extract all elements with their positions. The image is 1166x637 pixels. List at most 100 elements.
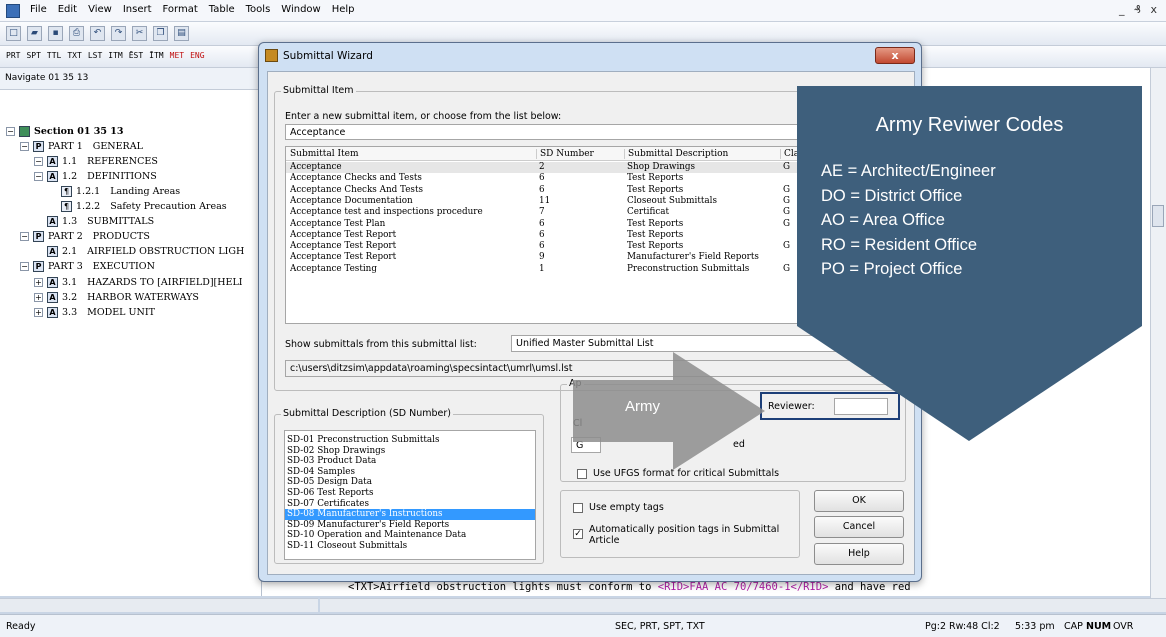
expand-toggle-icon[interactable]: − [34, 171, 43, 181]
tree-node[interactable]: − P PART 3 EXECUTION [20, 260, 155, 274]
tree-node[interactable]: − A 1.1 REFERENCES [34, 154, 158, 168]
code-text: <TXT>Airfield obstruction lights must co… [348, 581, 658, 593]
tree-node[interactable]: − A 1.2 DEFINITIONS [34, 169, 157, 183]
expand-toggle-icon[interactable]: − [6, 126, 15, 136]
cut-icon[interactable]: ✂ [132, 26, 147, 41]
status-position: Pg:2 Rw:48 Cl:2 [925, 621, 1000, 632]
empty-tags-checkbox[interactable] [573, 503, 583, 513]
description-item[interactable]: SD-07 Certificates [285, 499, 535, 510]
tree-horizontal-scrollbar[interactable] [0, 598, 318, 612]
expand-toggle-icon[interactable]: − [34, 156, 43, 166]
menu-table[interactable]: Table [209, 4, 235, 15]
table-cell: 6 [539, 241, 545, 252]
table-cell: 7 [539, 207, 545, 218]
ok-button[interactable]: OK [814, 490, 904, 512]
description-item[interactable]: SD-08 Manufacturer's Instructions [285, 509, 535, 520]
editor-code-line[interactable]: <TXT>Airfield obstruction lights must co… [348, 581, 911, 593]
tree-node[interactable]: − P PART 1 GENERAL [20, 139, 143, 153]
vertical-scroll-thumb[interactable] [1152, 205, 1164, 227]
expand-toggle-icon[interactable]: − [20, 232, 29, 242]
save-icon[interactable]: ▪ [48, 26, 63, 41]
menu-view[interactable]: View [88, 4, 112, 15]
tree-node[interactable]: − P PART 2 PRODUCTS [20, 230, 150, 244]
description-item[interactable]: SD-03 Product Data [285, 456, 535, 467]
column-header[interactable]: Submittal Description [624, 149, 778, 159]
description-list[interactable]: SD-01 Preconstruction Submittals SD-02 Sh… [284, 430, 536, 560]
outline-tree[interactable]: − Section 01 35 13− P PART 1 GENERAL − A 1.1 REF… [0, 118, 262, 596]
tree-node-number: 1.2.2 [76, 201, 101, 212]
paste-icon[interactable]: ▤ [174, 26, 189, 41]
table-cell: Acceptance Checks and Tests [290, 173, 422, 184]
open-folder-icon[interactable]: ▰ [27, 26, 42, 41]
tree-node-number: PART 2 [48, 231, 83, 243]
menu-insert[interactable]: Insert [123, 4, 152, 15]
tree-node[interactable]: ¶ 1.2.1 Landing Areas [48, 184, 180, 198]
column-header[interactable]: SD Number [536, 149, 622, 159]
tree-node-number: PART 3 [48, 261, 83, 273]
column-header[interactable]: Submittal Item [290, 149, 534, 159]
description-item[interactable]: SD-01 Preconstruction Submittals [285, 435, 535, 446]
menu-window[interactable]: Window [281, 4, 320, 15]
description-item[interactable]: SD-09 Manufacturer's Field Reports [285, 520, 535, 531]
tag-button-5[interactable]: ITM [108, 51, 122, 60]
editor-vertical-scrollbar[interactable] [1150, 68, 1166, 598]
tag-button-3[interactable]: TXT [67, 51, 81, 60]
tag-button-6[interactable]: ĒST [129, 51, 143, 60]
description-item[interactable]: SD-10 Operation and Maintenance Data [285, 530, 535, 541]
auto-position-checkbox[interactable]: ✓ [573, 529, 583, 539]
description-item[interactable]: SD-02 Shop Drawings [285, 446, 535, 457]
expand-toggle-icon[interactable]: + [34, 277, 43, 287]
editor-horizontal-scrollbar[interactable] [320, 598, 1166, 612]
tree-node-number: 3.1 [62, 276, 78, 288]
window-controls[interactable]: _ ₰ x [1119, 3, 1160, 16]
table-cell: 9 [539, 252, 545, 263]
tree-node-label: EXECUTION [92, 261, 155, 273]
menu-file[interactable]: File [30, 4, 47, 15]
cancel-button[interactable]: Cancel [814, 516, 904, 538]
expand-toggle-icon[interactable]: + [34, 307, 43, 317]
menu-tools[interactable]: Tools [246, 4, 271, 15]
menu-help[interactable]: Help [332, 4, 355, 15]
redo-icon[interactable]: ↷ [111, 26, 126, 41]
table-cell: Acceptance [290, 162, 342, 172]
tag-button-9[interactable]: ENG [190, 51, 204, 60]
tree-node[interactable]: + A 3.3 MODEL UNIT [34, 305, 155, 319]
table-cell: Test Reports [627, 229, 684, 240]
menu-edit[interactable]: Edit [58, 4, 77, 15]
expand-toggle-icon[interactable]: − [20, 262, 29, 272]
table-cell: Acceptance Test Report [290, 241, 397, 252]
tree-node-label: REFERENCES [87, 155, 158, 167]
description-group: Submittal Description (SD Number) SD-01 … [274, 408, 544, 564]
tag-button-8[interactable]: MET [170, 51, 184, 60]
tree-node-number: 1.3 [62, 216, 78, 228]
dialog-title: Submittal Wizard [283, 50, 373, 62]
description-item[interactable]: SD-04 Samples [285, 467, 535, 478]
description-item[interactable]: SD-05 Design Data [285, 477, 535, 488]
tag-icon: ¶ [61, 185, 72, 197]
ufgs-format-checkbox[interactable] [577, 469, 587, 479]
tree-node[interactable]: A 1.3 SUBMITTALS [34, 215, 154, 229]
expand-toggle-icon[interactable]: + [34, 292, 43, 302]
expand-toggle-icon[interactable]: − [20, 141, 29, 151]
copy-icon[interactable]: ❐ [153, 26, 168, 41]
menu-format[interactable]: Format [163, 4, 198, 15]
tree-node[interactable]: − Section 01 35 13 [6, 124, 124, 138]
tag-icon: A [47, 306, 58, 318]
tree-node[interactable]: ¶ 1.2.2 Safety Precaution Areas [48, 200, 227, 214]
reviewer-code: AE = Architect/Engineer [821, 162, 996, 180]
help-button[interactable]: Help [814, 543, 904, 565]
tag-button-0[interactable]: PRT [6, 51, 20, 60]
tag-button-7[interactable]: ĪTM [149, 51, 163, 60]
tree-node[interactable]: + A 3.1 HAZARDS TO [AIRFIELD][HELI [34, 275, 243, 289]
tag-button-4[interactable]: LST [88, 51, 102, 60]
description-item[interactable]: SD-06 Test Reports [285, 488, 535, 499]
undo-icon[interactable]: ↶ [90, 26, 105, 41]
close-button[interactable]: x [875, 47, 915, 64]
tree-node[interactable]: A 2.1 AIRFIELD OBSTRUCTION LIGH [34, 245, 244, 259]
tag-button-2[interactable]: TTL [47, 51, 61, 60]
description-item[interactable]: SD-11 Closeout Submittals [285, 541, 535, 552]
tag-button-1[interactable]: SPT [26, 51, 40, 60]
print-icon[interactable]: ⎙ [69, 26, 84, 41]
new-document-icon[interactable]: □ [6, 26, 21, 41]
tree-node[interactable]: + A 3.2 HARBOR WATERWAYS [34, 290, 199, 304]
